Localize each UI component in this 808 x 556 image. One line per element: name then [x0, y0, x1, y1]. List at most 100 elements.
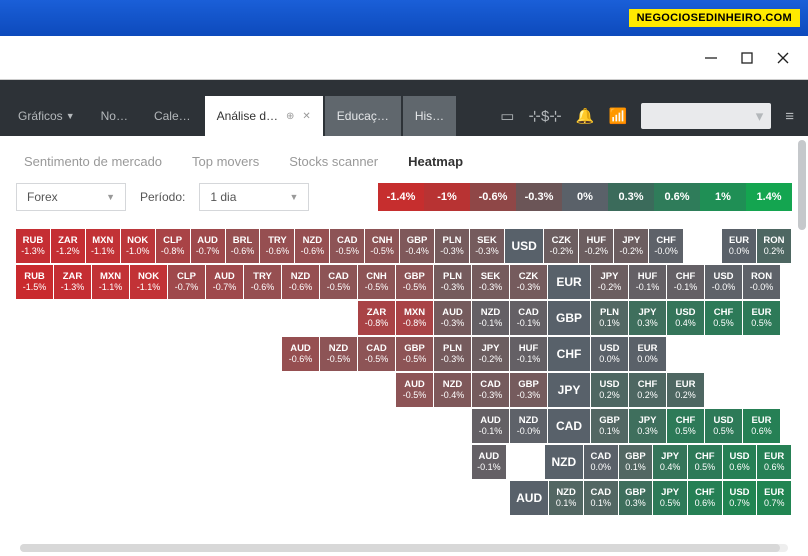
heatmap-cell[interactable]: EUR0.5%	[743, 301, 780, 335]
heatmap-cell[interactable]: JPY0.3%	[629, 301, 666, 335]
maximize-button[interactable]	[740, 51, 754, 65]
heatmap-cell[interactable]: NOK-1.1%	[130, 265, 167, 299]
vertical-scrollbar[interactable]	[798, 140, 806, 230]
subtab-heatmap[interactable]: Heatmap	[408, 154, 463, 169]
heatmap-cell[interactable]: EUR0.0%	[629, 337, 666, 371]
heatmap-cell[interactable]: NZD-0.5%	[320, 337, 357, 371]
heatmap-cell[interactable]: MXN-0.8%	[396, 301, 433, 335]
heatmap-cell[interactable]: NOK-1.0%	[121, 229, 155, 263]
heatmap-cell[interactable]: AUD-0.6%	[282, 337, 319, 371]
heatmap-cell[interactable]: CNH-0.5%	[365, 229, 399, 263]
heatmap-cell[interactable]: CZK-0.3%	[510, 265, 547, 299]
tab-educa[interactable]: Educaç…	[325, 96, 401, 136]
base-currency[interactable]: CHF	[548, 337, 590, 371]
menu-icon[interactable]: ≡	[785, 108, 794, 125]
layout-icon[interactable]: ▭	[500, 107, 514, 125]
tab-pin-icon[interactable]: ⊕	[286, 111, 294, 122]
period-select[interactable]: 1 dia▼	[199, 183, 309, 211]
heatmap-cell[interactable]: CAD-0.1%	[510, 301, 547, 335]
heatmap-cell[interactable]: GBP0.1%	[619, 445, 653, 479]
heatmap-cell[interactable]: NZD-0.6%	[282, 265, 319, 299]
heatmap-cell[interactable]: CAD-0.5%	[330, 229, 364, 263]
wifi-icon[interactable]: 📶	[609, 107, 628, 125]
heatmap-cell[interactable]: CHF-0.1%	[667, 265, 704, 299]
heatmap-cell[interactable]: CAD0.0%	[584, 445, 618, 479]
heatmap-cell[interactable]: MXN-1.1%	[92, 265, 129, 299]
heatmap-cell[interactable]: HUF-0.1%	[510, 337, 547, 371]
rates-icon[interactable]: ⊹$⊹	[528, 107, 561, 125]
bell-icon[interactable]: 🔔	[576, 107, 595, 125]
heatmap-cell[interactable]: AUD-0.1%	[472, 409, 509, 443]
heatmap-cell[interactable]: RON-0.0%	[743, 265, 780, 299]
heatmap-cell[interactable]: ZAR-1.3%	[54, 265, 91, 299]
heatmap-cell[interactable]: MXN-1.1%	[86, 229, 120, 263]
heatmap-cell[interactable]: GBP0.3%	[619, 481, 653, 515]
heatmap-cell[interactable]: GBP0.1%	[591, 409, 628, 443]
base-currency[interactable]: GBP	[548, 301, 590, 335]
base-currency[interactable]: USD	[505, 229, 544, 263]
heatmap-cell[interactable]: CHF-0.0%	[649, 229, 683, 263]
tab-graficos[interactable]: Gráficos▼	[6, 96, 87, 136]
heatmap-cell[interactable]: SEK-0.3%	[472, 265, 509, 299]
heatmap-cell[interactable]: NZD-0.4%	[434, 373, 471, 407]
base-currency[interactable]: EUR	[548, 265, 590, 299]
heatmap-cell[interactable]: EUR0.0%	[722, 229, 756, 263]
heatmap-cell[interactable]: CZK-0.2%	[544, 229, 578, 263]
heatmap-cell[interactable]: CHF0.5%	[688, 445, 722, 479]
heatmap-cell[interactable]: NZD0.1%	[549, 481, 583, 515]
tab-his[interactable]: His…	[403, 96, 456, 136]
heatmap-cell[interactable]: GBP-0.5%	[396, 265, 433, 299]
heatmap-cell[interactable]: AUD-0.7%	[191, 229, 225, 263]
heatmap-cell[interactable]: CAD-0.3%	[472, 373, 509, 407]
close-button[interactable]	[776, 51, 790, 65]
heatmap-cell[interactable]: TRY-0.6%	[260, 229, 294, 263]
heatmap-cell[interactable]: JPY0.3%	[629, 409, 666, 443]
instrument-select[interactable]: Forex▼	[16, 183, 126, 211]
heatmap-cell[interactable]: USD-0.0%	[705, 265, 742, 299]
heatmap-cell[interactable]: CHF0.2%	[629, 373, 666, 407]
heatmap-cell[interactable]: NZD-0.6%	[295, 229, 329, 263]
heatmap-cell[interactable]: CHF0.6%	[688, 481, 722, 515]
heatmap-cell[interactable]: HUF-0.1%	[629, 265, 666, 299]
heatmap-cell[interactable]: JPY-0.2%	[614, 229, 648, 263]
heatmap-cell[interactable]: RUB-1.5%	[16, 265, 53, 299]
heatmap-cell[interactable]: USD0.2%	[591, 373, 628, 407]
heatmap-cell[interactable]: PLN-0.3%	[435, 229, 469, 263]
tab-no[interactable]: No…	[89, 96, 140, 136]
heatmap-cell[interactable]: TRY-0.6%	[244, 265, 281, 299]
heatmap-cell[interactable]: ZAR-1.2%	[51, 229, 85, 263]
heatmap-cell[interactable]: SEK-0.3%	[470, 229, 504, 263]
heatmap-cell[interactable]: ZAR-0.8%	[358, 301, 395, 335]
heatmap-cell[interactable]: AUD-0.1%	[472, 445, 506, 479]
heatmap-cell[interactable]: NZD-0.1%	[472, 301, 509, 335]
heatmap-cell[interactable]: PLN-0.3%	[434, 337, 471, 371]
heatmap-cell[interactable]: USD0.0%	[591, 337, 628, 371]
account-selector[interactable]: ▾	[641, 103, 771, 129]
heatmap-cell[interactable]: CAD-0.5%	[320, 265, 357, 299]
base-currency[interactable]: CAD	[548, 409, 590, 443]
heatmap-cell[interactable]: PLN0.1%	[591, 301, 628, 335]
minimize-button[interactable]	[704, 51, 718, 65]
subtab-sentimento[interactable]: Sentimento de mercado	[24, 154, 162, 169]
tab-cale[interactable]: Cale…	[142, 96, 203, 136]
heatmap-cell[interactable]: RUB-1.3%	[16, 229, 50, 263]
base-currency[interactable]: AUD	[510, 481, 548, 515]
heatmap-cell[interactable]: USD0.6%	[723, 445, 757, 479]
tab-analise[interactable]: Análise d…⊕✕	[205, 96, 323, 136]
subtab-top[interactable]: Top movers	[192, 154, 259, 169]
horizontal-scrollbar[interactable]	[20, 544, 788, 552]
heatmap-cell[interactable]: AUD-0.7%	[206, 265, 243, 299]
heatmap-cell[interactable]: EUR0.6%	[743, 409, 780, 443]
heatmap-cell[interactable]: GBP-0.4%	[400, 229, 434, 263]
heatmap-cell[interactable]: RON0.2%	[757, 229, 791, 263]
heatmap-cell[interactable]: PLN-0.3%	[434, 265, 471, 299]
heatmap-cell[interactable]: EUR0.6%	[757, 445, 791, 479]
heatmap-cell[interactable]: JPY0.5%	[653, 481, 687, 515]
heatmap-cell[interactable]: CLP-0.8%	[156, 229, 190, 263]
heatmap-cell[interactable]: CAD-0.5%	[358, 337, 395, 371]
heatmap-cell[interactable]: USD0.5%	[705, 409, 742, 443]
heatmap-cell[interactable]: GBP-0.3%	[510, 373, 547, 407]
heatmap-cell[interactable]: CLP-0.7%	[168, 265, 205, 299]
heatmap-cell[interactable]: EUR0.7%	[757, 481, 791, 515]
heatmap-cell[interactable]: EUR0.2%	[667, 373, 704, 407]
